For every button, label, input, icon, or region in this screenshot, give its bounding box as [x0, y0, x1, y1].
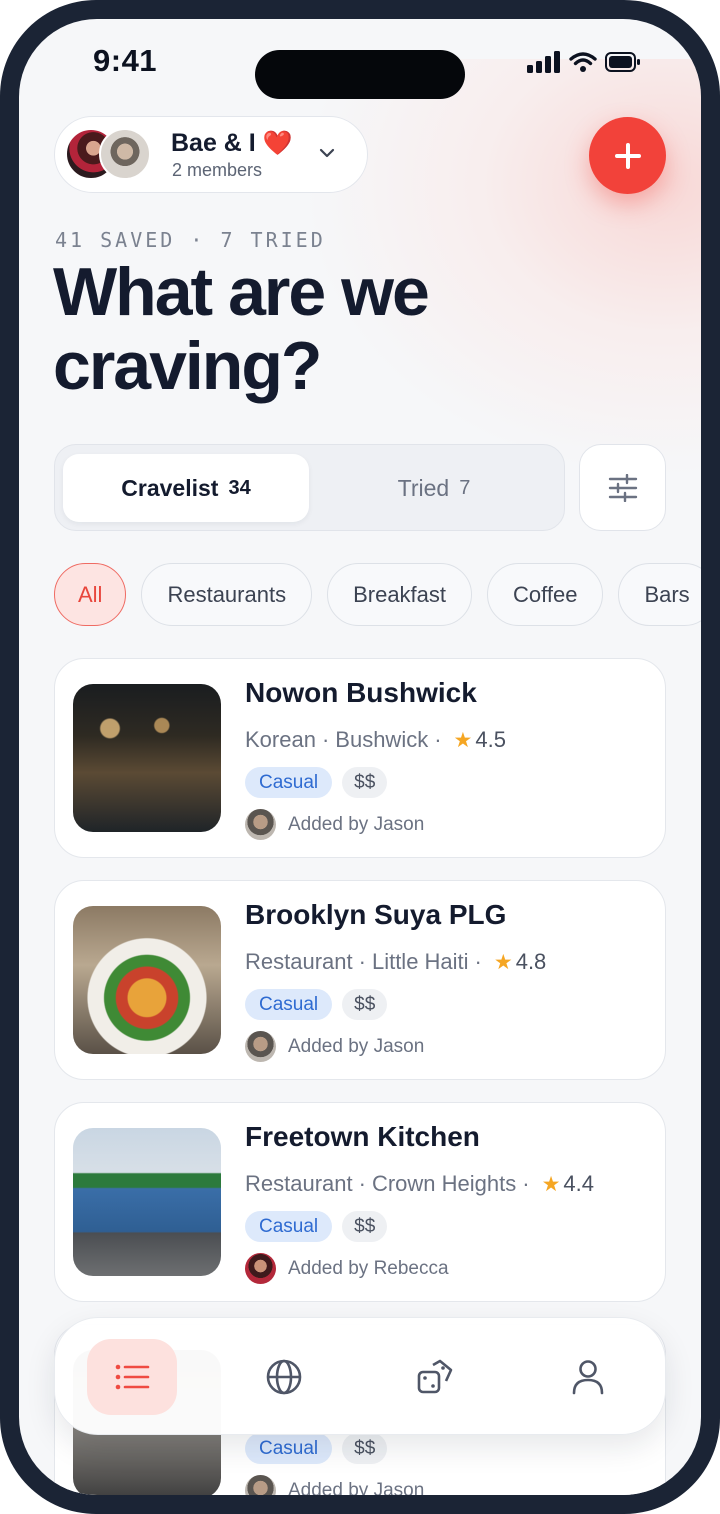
place-tags: Casual $$	[245, 1433, 388, 1464]
place-name: Brooklyn Suya PLG	[245, 899, 507, 930]
added-by: Added by Jason	[245, 1031, 424, 1062]
price-tag: $$	[342, 1211, 388, 1242]
tab-random-nav[interactable]	[391, 1339, 481, 1415]
tab-cravelist[interactable]: Cravelist 34	[63, 454, 309, 522]
added-by: Added by Rebecca	[245, 1253, 449, 1284]
place-area: Little Haiti	[371, 949, 469, 974]
place-tags: Casual $$	[245, 1211, 388, 1242]
group-name: Bae & I ❤️	[171, 129, 293, 158]
price-tag: $$	[342, 767, 388, 798]
place-rating: 4.4	[563, 1171, 594, 1196]
avatar	[245, 1253, 276, 1284]
avatar	[245, 1475, 276, 1495]
place-rating: 4.5	[475, 727, 506, 752]
place-photo	[73, 1128, 221, 1276]
place-cuisine: Restaurant	[245, 1171, 353, 1196]
chip-coffee[interactable]: Coffee	[487, 563, 604, 626]
tab-profile-nav[interactable]	[543, 1339, 633, 1415]
chip-all[interactable]: All	[54, 563, 127, 626]
category-chips: All Restaurants Breakfast Coffee Bars	[54, 563, 701, 626]
group-member-count: 2 members	[172, 160, 263, 180]
place-area: Crown Heights	[371, 1171, 517, 1196]
separator: ·	[522, 1171, 530, 1196]
filter-button[interactable]	[579, 444, 666, 531]
heart-emoji: ❤️	[262, 130, 293, 157]
price-tag: $$	[342, 989, 388, 1020]
vibe-tag: Casual	[245, 989, 333, 1020]
sliders-icon	[608, 473, 637, 502]
separator: ·	[474, 949, 482, 974]
chip-restaurants[interactable]: Restaurants	[141, 563, 313, 626]
avatar	[245, 1031, 276, 1062]
tab-label: Cravelist	[121, 474, 219, 501]
separator: ·	[358, 1171, 366, 1196]
separator: ·	[358, 949, 366, 974]
globe-icon	[266, 1359, 302, 1395]
tab-label: Tried	[397, 474, 450, 501]
tab-count: 7	[459, 476, 471, 499]
added-by-text: Added by Jason	[288, 813, 425, 835]
tab-tried[interactable]: Tried 7	[311, 454, 557, 522]
tab-explore-nav[interactable]	[239, 1339, 329, 1415]
tab-cravelist-nav[interactable]	[87, 1339, 177, 1415]
added-by: Added by Jason	[245, 1475, 424, 1495]
separator: ·	[434, 727, 442, 752]
place-cuisine: Restaurant	[245, 949, 353, 974]
phone-frame: 9:41 Bae & I ❤️ 2 members 41 SAVED · 7 T…	[0, 0, 720, 1514]
profile-icon	[572, 1360, 604, 1395]
star-icon: ★	[453, 728, 473, 752]
plus-icon	[614, 142, 641, 169]
group-selector[interactable]: Bae & I ❤️ 2 members	[54, 116, 368, 193]
place-card[interactable]: Freetown Kitchen Restaurant · Crown Heig…	[54, 1102, 666, 1302]
place-card[interactable]: Brooklyn Suya PLG Restaurant · Little Ha…	[54, 880, 666, 1080]
place-meta: Restaurant · Crown Heights · ★ 4.4	[245, 1171, 594, 1197]
separator: ·	[321, 727, 330, 752]
app-screen: 9:41 Bae & I ❤️ 2 members 41 SAVED · 7 T…	[19, 19, 701, 1495]
place-name: Nowon Bushwick	[245, 677, 477, 708]
bottom-tab-bar	[54, 1317, 666, 1435]
chip-bars[interactable]: Bars	[618, 563, 701, 626]
group-name-text: Bae & I	[171, 129, 256, 157]
added-by-text: Added by Jason	[288, 1479, 425, 1496]
star-icon: ★	[541, 1172, 561, 1196]
added-by-text: Added by Jason	[288, 1035, 425, 1057]
place-tags: Casual $$	[245, 989, 388, 1020]
star-icon: ★	[493, 950, 513, 974]
list-segmented-control: Cravelist 34 Tried 7	[54, 444, 565, 531]
wifi-icon	[569, 52, 597, 72]
member-avatar	[99, 128, 151, 180]
chevron-down-icon	[319, 148, 335, 158]
dice-icon	[417, 1359, 453, 1394]
place-photo	[73, 684, 221, 832]
added-by: Added by Jason	[245, 809, 424, 840]
list-icon	[115, 1364, 150, 1390]
page-title: What are we craving?	[53, 254, 430, 404]
cellular-signal-icon	[527, 51, 560, 73]
battery-icon	[605, 52, 640, 72]
vibe-tag: Casual	[245, 1433, 333, 1464]
status-time: 9:41	[93, 43, 158, 78]
price-tag: $$	[342, 1433, 388, 1464]
saved-tried-counts: 41 SAVED · 7 TRIED	[55, 228, 326, 252]
place-meta: Restaurant · Little Haiti · ★ 4.8	[245, 949, 546, 975]
chip-breakfast[interactable]: Breakfast	[327, 563, 473, 626]
place-name: Freetown Kitchen	[245, 1121, 480, 1152]
place-rating: 4.8	[515, 949, 547, 974]
place-tags: Casual $$	[245, 767, 388, 798]
place-area: Bushwick	[335, 727, 429, 752]
place-photo	[73, 906, 221, 1054]
avatar	[245, 809, 276, 840]
tab-count: 34	[228, 476, 251, 499]
place-card[interactable]: Nowon Bushwick Korean · Bushwick · ★ 4.5…	[54, 658, 666, 858]
place-cuisine: Korean	[245, 727, 316, 752]
vibe-tag: Casual	[245, 1211, 333, 1242]
dynamic-island	[255, 50, 465, 99]
vibe-tag: Casual	[245, 767, 333, 798]
place-meta: Korean · Bushwick · ★ 4.5	[245, 727, 506, 753]
add-place-button[interactable]	[589, 117, 666, 194]
status-icons	[527, 51, 641, 73]
added-by-text: Added by Rebecca	[288, 1257, 449, 1279]
